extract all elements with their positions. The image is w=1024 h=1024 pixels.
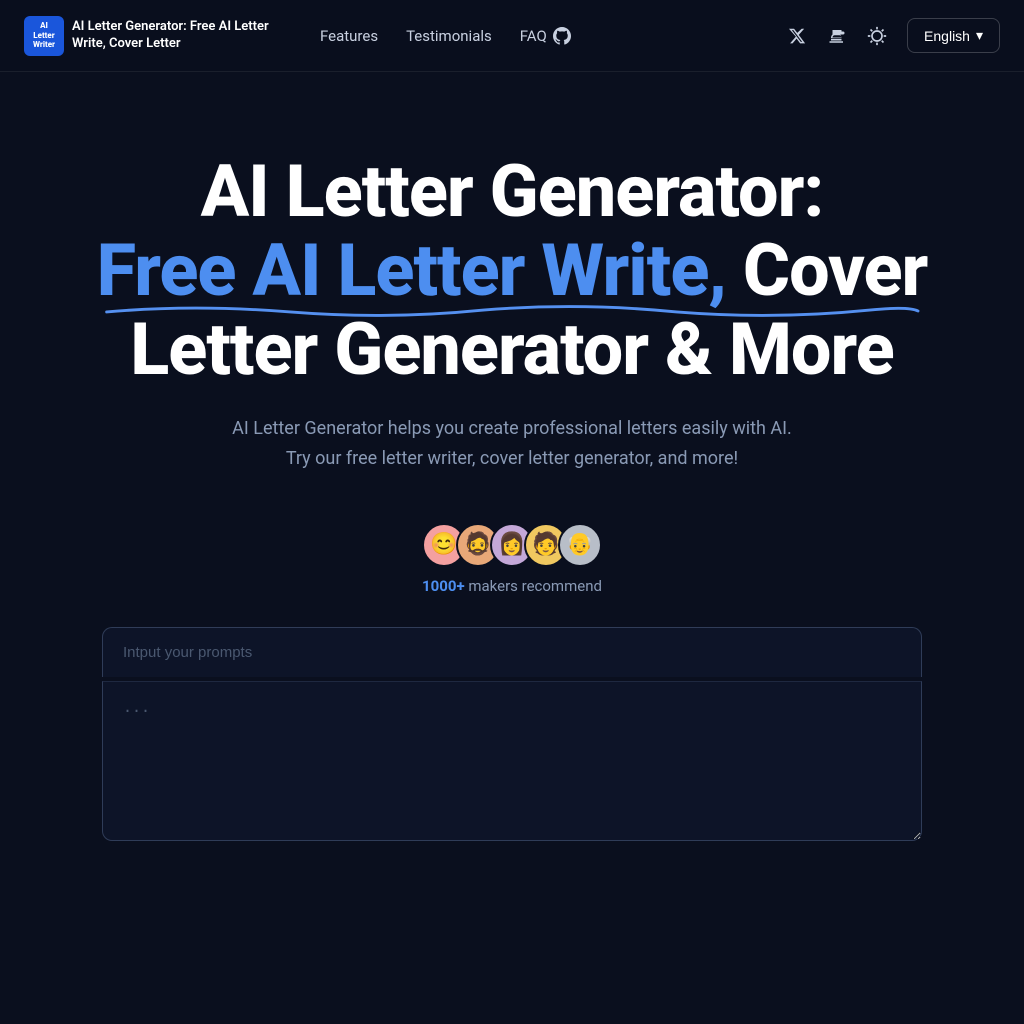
- hero-title-blue: Free AI Letter Write,: [97, 228, 726, 313]
- site-title: AI Letter Generator: Free AI Letter Writ…: [72, 19, 292, 53]
- nav-link-testimonials[interactable]: Testimonials: [394, 19, 504, 53]
- avatars-group: 😊 🧔 👩 🧑 👴: [422, 523, 602, 567]
- github-icon: [553, 27, 571, 45]
- hero-title-line3: Letter Generator & More: [97, 310, 928, 389]
- language-label: English: [924, 28, 970, 44]
- x-icon: [788, 27, 806, 45]
- prompt-input[interactable]: [102, 627, 922, 677]
- coffee-icon: [828, 27, 846, 45]
- nav-faq-label: FAQ: [520, 27, 547, 45]
- prompt-input-wrapper: [102, 627, 922, 677]
- theme-toggle-button[interactable]: [859, 18, 895, 54]
- underline-decoration: [97, 302, 928, 320]
- navbar: AILetterWriter AI Letter Generator: Free…: [0, 0, 1024, 72]
- avatar: 👴: [558, 523, 602, 567]
- recommend-label: makers recommend: [465, 577, 602, 595]
- twitter-x-button[interactable]: [779, 18, 815, 54]
- hero-section: AI Letter Generator: Free AI Letter Writ…: [0, 72, 1024, 885]
- sun-icon: [867, 26, 887, 46]
- language-button[interactable]: English ▾: [907, 18, 1000, 53]
- nav-link-faq[interactable]: FAQ: [508, 19, 583, 53]
- nav-icons: English ▾: [779, 18, 1000, 54]
- hero-subtitle: AI Letter Generator helps you create pro…: [232, 414, 792, 475]
- nav-links: Features Testimonials FAQ: [308, 19, 779, 53]
- recommend-text: 1000+ makers recommend: [422, 577, 602, 595]
- logo[interactable]: AILetterWriter AI Letter Generator: Free…: [24, 16, 292, 56]
- input-container: ...: [102, 627, 922, 845]
- avatars-row: 😊 🧔 👩 🧑 👴 1000+ makers recommend: [422, 523, 602, 595]
- recommend-count: 1000+: [422, 577, 465, 595]
- hero-title: AI Letter Generator: Free AI Letter Writ…: [97, 152, 928, 390]
- hero-title-line1: AI Letter Generator:: [97, 152, 928, 231]
- chevron-down-icon: ▾: [976, 27, 983, 44]
- nav-link-features[interactable]: Features: [308, 19, 390, 53]
- hero-title-line2: Free AI Letter Write, Cover: [97, 231, 928, 310]
- hero-title-white: Cover: [726, 228, 927, 313]
- output-textarea[interactable]: ...: [102, 681, 922, 841]
- logo-box: AILetterWriter: [24, 16, 64, 56]
- coffee-button[interactable]: [819, 18, 855, 54]
